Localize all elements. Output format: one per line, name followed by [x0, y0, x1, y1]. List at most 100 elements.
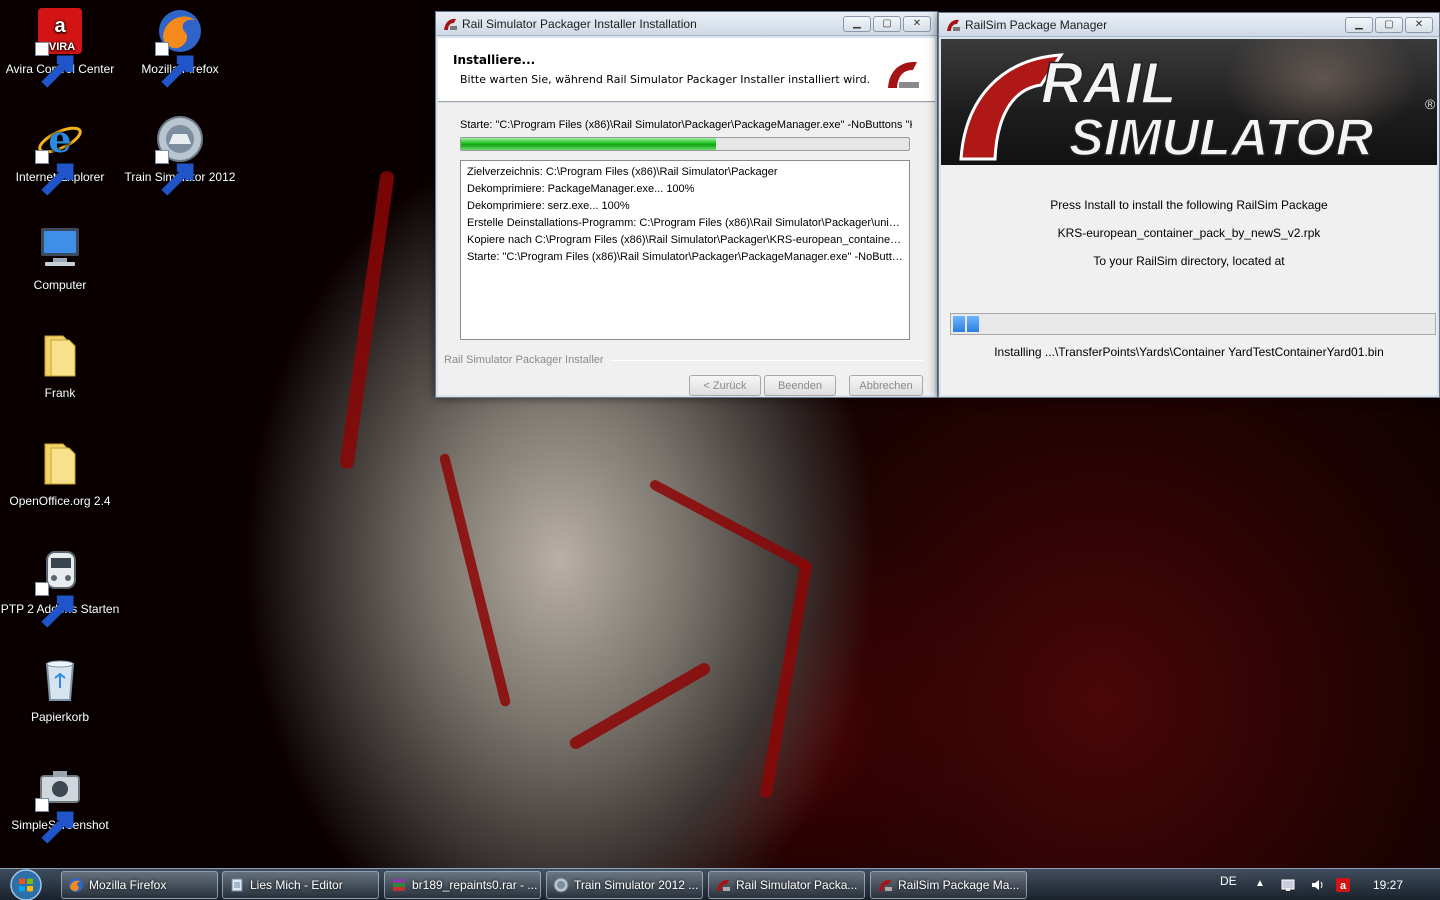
minimize-button[interactable]: ▁	[1345, 16, 1373, 33]
railsim-icon	[717, 879, 730, 891]
installer-title: Rail Simulator Packager Installer Instal…	[462, 16, 697, 31]
wallpaper-streak	[648, 478, 812, 572]
desktop-icon-label: Papierkorb	[30, 710, 90, 724]
desktop-icon-recycle-bin[interactable]: Papierkorb	[0, 654, 120, 744]
desktop-icon-internet-explorer[interactable]: e Internet Explorer	[0, 114, 120, 204]
svg-text:a: a	[54, 15, 66, 37]
finish-button[interactable]: Beenden	[764, 375, 836, 396]
railsim-icon	[879, 879, 892, 891]
start-button[interactable]	[6, 869, 46, 900]
notepad-icon	[231, 878, 243, 892]
installer-brand-text: Rail Simulator Packager Installer	[444, 354, 604, 366]
desktop-icon-computer[interactable]: Computer	[0, 222, 120, 312]
wallpaper-streak	[438, 452, 512, 708]
minimize-icon: ▁	[1355, 18, 1363, 30]
desktop-icon-avira[interactable]: a VIRA Avira Control Center	[0, 6, 120, 96]
log-item: Dekomprimiere: PackageManager.exe... 100…	[467, 183, 695, 195]
taskbar-item-label: Lies Mich - Editor	[250, 878, 343, 892]
taskbar-item-label: RailSim Package Ma...	[898, 878, 1020, 892]
installing-file-text: Installing ...\TransferPoints\Yards\Cont…	[994, 345, 1384, 359]
folder-icon	[35, 438, 85, 488]
installer-window[interactable]: Rail Simulator Packager Installer Instal…	[435, 11, 938, 398]
network-icon[interactable]	[1280, 877, 1296, 893]
minimize-button[interactable]: ▁	[843, 15, 871, 32]
svg-text:SIMULATOR: SIMULATOR	[1069, 109, 1374, 165]
desktop-icon-label: Frank	[44, 386, 76, 400]
language-indicator[interactable]: DE	[1220, 874, 1237, 888]
log-item: Starte: "C:\Program Files (x86)\Rail Sim…	[467, 251, 903, 263]
maximize-button[interactable]: ▢	[873, 15, 901, 32]
package-manager-window[interactable]: RailSim Package Manager ▁ ▢ ✕ RAIL SIMUL…	[938, 12, 1440, 398]
taskbar-item-label: Train Simulator 2012 ...	[574, 878, 699, 892]
taskbar-item-label: br189_repaints0.rar - ...	[412, 878, 538, 892]
svg-text:®: ®	[1425, 96, 1436, 112]
svg-text:RAIL: RAIL	[1041, 51, 1176, 116]
avira-icon: a VIRA	[35, 6, 85, 88]
taskbar-item-winrar[interactable]: br189_repaints0.rar - ...	[384, 871, 541, 899]
cancel-button[interactable]: Abbrechen	[849, 375, 923, 396]
close-button[interactable]: ✕	[903, 15, 931, 32]
install-progress-fill	[461, 138, 717, 150]
maximize-icon: ▢	[882, 17, 892, 29]
desktop-icon-firefox[interactable]: Mozilla Firefox	[120, 6, 240, 96]
system-tray: DE ▲ a 19:27	[1210, 869, 1440, 900]
svg-text:a: a	[1340, 880, 1347, 892]
maximize-icon: ▢	[1384, 18, 1394, 30]
clock[interactable]: 19:27	[1373, 878, 1403, 892]
maximize-button[interactable]: ▢	[1375, 16, 1403, 33]
desktop-icon-label: OpenOffice.org 2.4	[9, 494, 111, 508]
taskbar-item-train-simulator[interactable]: Train Simulator 2012 ...	[546, 871, 703, 899]
package-progress-bar	[950, 313, 1436, 335]
package-manager-title: RailSim Package Manager	[965, 17, 1108, 32]
package-manager-body: Press Install to install the following R…	[941, 165, 1437, 395]
firefox-icon	[155, 6, 205, 88]
railsim-icon	[444, 18, 457, 30]
speaker-icon[interactable]	[1310, 877, 1326, 893]
train-simulator-icon	[155, 114, 205, 196]
install-log-list[interactable]: Zielverzeichnis: C:\Program Files (x86)\…	[460, 160, 910, 340]
package-manager-titlebar[interactable]: RailSim Package Manager ▁ ▢ ✕	[939, 13, 1439, 37]
shortcut-arrow-icon	[35, 798, 74, 844]
installer-header-subtitle: Bitte warten Sie, während Rail Simulator…	[460, 73, 871, 86]
rail-simulator-logo: RAIL SIMULATOR ®	[959, 50, 1436, 165]
train-simulator-icon	[553, 877, 569, 893]
progress-segment	[967, 316, 979, 332]
desktop-icon-openoffice[interactable]: OpenOffice.org 2.4	[0, 438, 120, 528]
progress-segment	[953, 316, 965, 332]
wallpaper-streak	[339, 170, 395, 470]
shortcut-arrow-icon	[155, 42, 194, 88]
ptp2-icon	[35, 546, 85, 628]
show-hidden-icons-icon[interactable]: ▲	[1255, 878, 1265, 889]
desktop-icon-train-simulator[interactable]: Train Simulator 2012	[120, 114, 240, 204]
desktop-icon-simplescreenshot[interactable]: SimpleScreenshot	[0, 762, 120, 852]
firefox-icon	[69, 878, 83, 892]
taskbar-item-editor[interactable]: Lies Mich - Editor	[222, 871, 379, 899]
folder-icon	[35, 330, 85, 380]
railsim-logo-icon	[888, 61, 919, 88]
close-button[interactable]: ✕	[1405, 16, 1433, 33]
divider	[609, 359, 924, 361]
winrar-icon	[393, 879, 405, 891]
taskbar-item-installer[interactable]: Rail Simulator Packa...	[708, 871, 865, 899]
avira-tray-icon[interactable]: a	[1335, 877, 1351, 893]
log-item: Dekomprimiere: serz.exe... 100%	[467, 200, 630, 212]
log-item: Zielverzeichnis: C:\Program Files (x86)\…	[467, 166, 778, 178]
back-button[interactable]: < Zurück	[689, 375, 761, 396]
installer-titlebar[interactable]: Rail Simulator Packager Installer Instal…	[436, 12, 937, 36]
shortcut-arrow-icon	[35, 150, 74, 196]
rail-simulator-banner: RAIL SIMULATOR ®	[941, 39, 1437, 165]
close-icon: ✕	[1414, 18, 1424, 30]
camera-icon	[35, 762, 85, 844]
desktop-icon-label: Computer	[33, 278, 87, 292]
installer-header: Installiere... Bitte warten Sie, während…	[438, 38, 935, 102]
shortcut-arrow-icon	[155, 150, 194, 196]
installer-header-title: Installiere...	[453, 53, 536, 67]
internet-explorer-icon: e	[35, 114, 85, 196]
taskbar-item-package-manager[interactable]: RailSim Package Ma...	[870, 871, 1027, 899]
log-item: Kopiere nach C:\Program Files (x86)\Rail…	[467, 234, 903, 246]
package-name-text: KRS-european_container_pack_by_newS_v2.r…	[1057, 226, 1321, 240]
taskbar-item-firefox[interactable]: Mozilla Firefox	[61, 871, 218, 899]
desktop-icon-frank[interactable]: Frank	[0, 330, 120, 420]
install-status-text: Starte: "C:\Program Files (x86)\Rail Sim…	[460, 119, 912, 131]
desktop-icon-ptp2[interactable]: PTP 2 Addons Starten	[0, 546, 120, 636]
